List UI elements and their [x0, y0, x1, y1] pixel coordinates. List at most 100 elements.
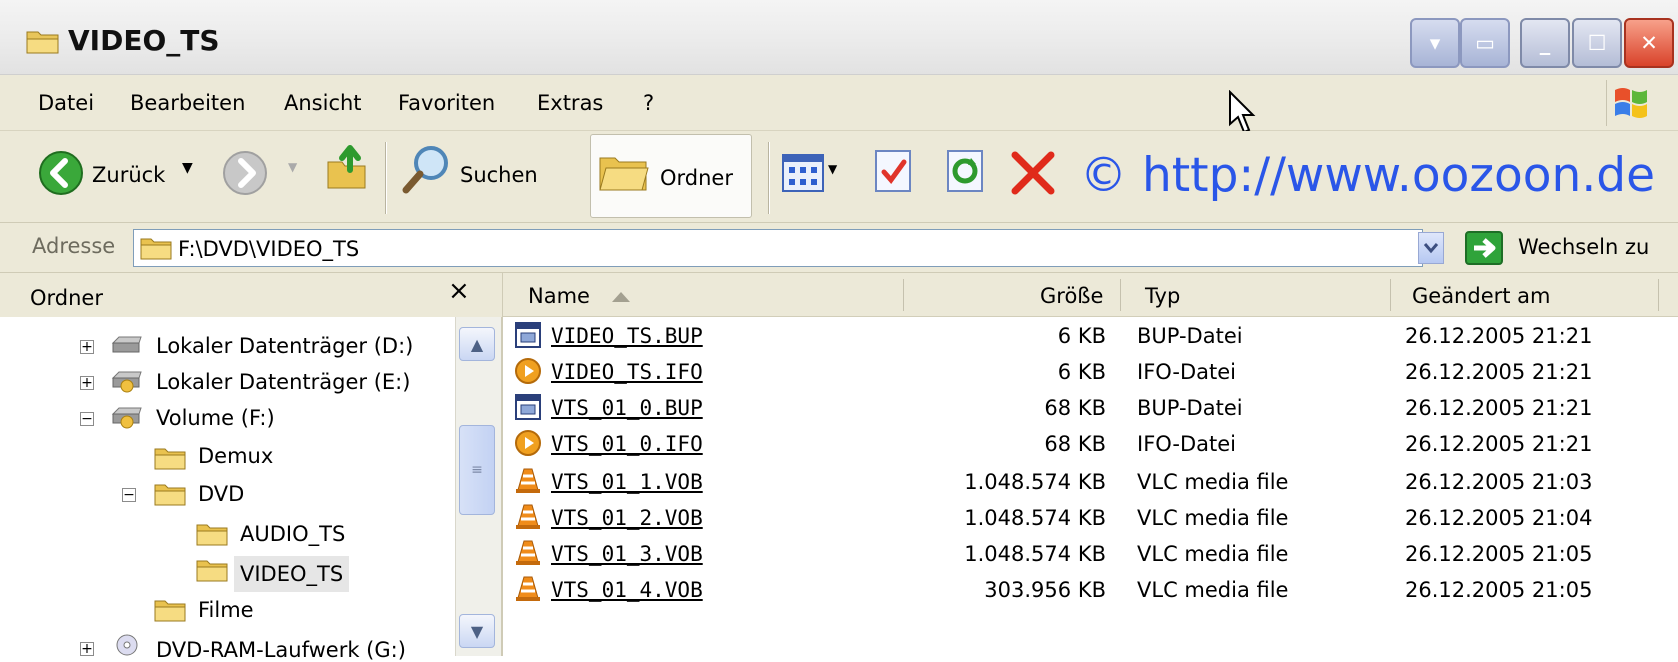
file-name[interactable]: VIDEO_TS.IFO [551, 360, 703, 384]
column-divider[interactable] [1658, 279, 1659, 311]
file-type: IFO-Datei [1137, 432, 1236, 456]
collapse-toggle[interactable]: − [122, 488, 136, 502]
file-name[interactable]: VTS_01_0.BUP [551, 396, 703, 420]
expand-toggle[interactable]: + [80, 340, 94, 354]
toolbar-separator [385, 142, 387, 214]
delete-icon[interactable] [1010, 150, 1056, 196]
file-name[interactable]: VTS_01_1.VOB [551, 470, 703, 494]
vlc-cone-icon [516, 576, 540, 601]
drive-icon [111, 407, 142, 429]
go-arrow-icon[interactable] [1464, 230, 1504, 266]
folders-icon [599, 157, 649, 191]
file-type: IFO-Datei [1137, 360, 1236, 384]
tree-item-audio-ts[interactable]: AUDIO_TS [240, 522, 345, 546]
file-name[interactable]: VTS_01_2.VOB [551, 506, 703, 530]
collapse-toggle[interactable]: − [80, 412, 94, 426]
tree-item-dvd-ram[interactable]: DVD-RAM-Laufwerk (G:) [156, 638, 406, 662]
scroll-thumb[interactable]: ≡ [459, 425, 495, 515]
scroll-down-button[interactable]: ▼ [459, 614, 495, 648]
close-button[interactable]: ✕ [1624, 18, 1674, 68]
up-folder-icon[interactable] [324, 140, 370, 192]
file-name[interactable]: VTS_01_0.IFO [551, 432, 703, 456]
file-name[interactable]: VTS_01_4.VOB [551, 578, 703, 602]
folder-icon [154, 484, 186, 506]
folder-icon [154, 448, 186, 470]
tree-item-volume-f[interactable]: Volume (F:) [156, 406, 275, 430]
column-modified[interactable]: Geändert am [1412, 284, 1551, 308]
back-dropdown-icon[interactable]: ▼ [182, 160, 193, 176]
menu-extras[interactable]: Extras [537, 91, 603, 115]
menu-edit[interactable]: Bearbeiten [130, 91, 245, 115]
column-divider[interactable] [1390, 279, 1391, 311]
tree-item-drive-e[interactable]: Lokaler Datenträger (E:) [156, 370, 410, 394]
vlc-cone-icon [516, 540, 540, 565]
column-divider[interactable] [903, 279, 904, 311]
file-type: VLC media file [1137, 542, 1289, 566]
views-icon[interactable] [782, 154, 824, 192]
drive-icon [111, 336, 142, 353]
ifo-file-icon [515, 358, 541, 384]
folder-icon [26, 31, 59, 54]
address-path[interactable]: F:\DVD\VIDEO_TS [178, 237, 359, 261]
chevron-down-icon [1423, 243, 1439, 254]
column-name[interactable]: Name [528, 284, 590, 308]
column-size[interactable]: Größe [1040, 284, 1103, 308]
views-dropdown-icon[interactable]: ▼ [828, 162, 837, 176]
watermark-text: © http://www.oozoon.de [1080, 148, 1656, 203]
search-icon[interactable] [400, 142, 454, 196]
file-modified: 26.12.2005 21:21 [1405, 396, 1593, 420]
tree-item-dvd[interactable]: DVD [198, 482, 244, 506]
scroll-up-button[interactable]: ▲ [459, 327, 495, 361]
bup-file-icon [515, 322, 541, 348]
forward-arrow-icon[interactable] [222, 150, 268, 196]
file-size: 1.048.574 KB [964, 506, 1106, 530]
menu-help[interactable]: ? [643, 91, 654, 115]
column-divider[interactable] [1120, 279, 1121, 311]
file-type: BUP-Datei [1137, 324, 1243, 348]
menu-favorites[interactable]: Favoriten [398, 91, 495, 115]
windows-logo-icon [1606, 80, 1647, 126]
tree-item-filme[interactable]: Filme [198, 598, 254, 622]
file-name[interactable]: VTS_01_3.VOB [551, 542, 703, 566]
address-label: Adresse [32, 234, 116, 258]
file-size: 303.956 KB [984, 578, 1106, 602]
file-type: VLC media file [1137, 578, 1289, 602]
file-modified: 26.12.2005 21:03 [1405, 470, 1593, 494]
folder-pane-title: Ordner [30, 286, 103, 310]
back-button-label[interactable]: Zurück [92, 163, 165, 187]
ifo-file-icon [515, 430, 541, 456]
forward-dropdown-icon[interactable]: ▼ [288, 160, 297, 174]
folder-icon [140, 238, 172, 260]
address-dropdown-button[interactable] [1418, 232, 1444, 264]
drive-icon [111, 371, 142, 393]
file-size: 68 KB [1044, 396, 1106, 420]
menu-file[interactable]: Datei [38, 91, 94, 115]
mouse-cursor-icon [1229, 90, 1256, 134]
file-modified: 26.12.2005 21:21 [1405, 360, 1593, 384]
file-modified: 26.12.2005 21:05 [1405, 578, 1593, 602]
file-size: 68 KB [1044, 432, 1106, 456]
maximize-button[interactable]: ☐ [1572, 18, 1622, 68]
expand-toggle[interactable]: + [80, 642, 94, 656]
minimize-button[interactable]: _ [1520, 18, 1570, 68]
extra-titlebar-button-2[interactable]: ▭ [1460, 18, 1510, 68]
tree-item-video-ts-selected[interactable]: VIDEO_TS [234, 556, 350, 592]
folders-button-label: Ordner [660, 166, 733, 190]
search-button-label[interactable]: Suchen [460, 163, 538, 187]
file-name[interactable]: VIDEO_TS.BUP [551, 324, 703, 348]
close-pane-icon[interactable]: × [448, 276, 470, 306]
tree-item-demux[interactable]: Demux [198, 444, 273, 468]
go-button-label[interactable]: Wechseln zu [1518, 235, 1649, 259]
tree-item-drive-d[interactable]: Lokaler Datenträger (D:) [156, 334, 413, 358]
file-type: VLC media file [1137, 470, 1289, 494]
extra-titlebar-button[interactable]: ▾ [1410, 18, 1460, 68]
window-title: VIDEO_TS [68, 24, 220, 57]
column-type[interactable]: Typ [1145, 284, 1180, 308]
refresh-icon[interactable] [942, 148, 988, 194]
properties-icon[interactable] [870, 148, 916, 194]
sort-ascending-icon [612, 292, 630, 302]
expand-toggle[interactable]: + [80, 376, 94, 390]
back-arrow-icon[interactable] [38, 150, 84, 196]
menu-view[interactable]: Ansicht [284, 91, 362, 115]
file-size: 1.048.574 KB [964, 470, 1106, 494]
